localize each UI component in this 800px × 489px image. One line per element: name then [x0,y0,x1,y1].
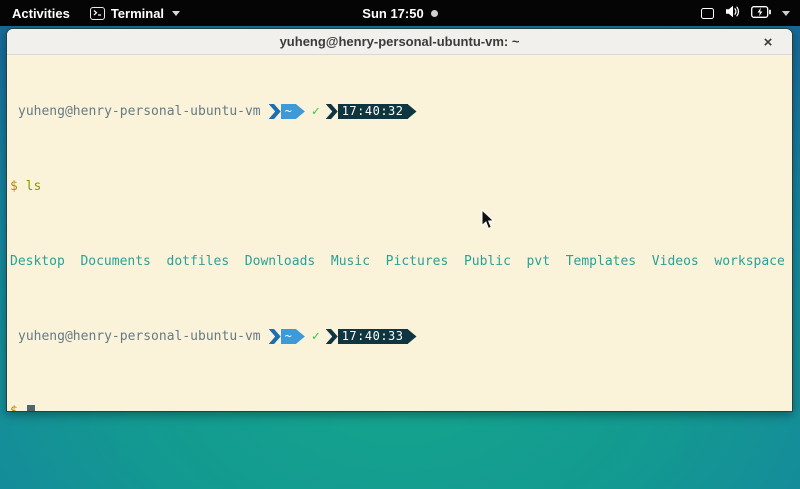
segment-point [296,329,305,344]
app-menu[interactable]: Terminal [90,6,180,21]
segment-point [296,104,305,119]
powerline-path-segment: ~ [261,329,305,344]
window-titlebar[interactable]: yuheng@henry-personal-ubuntu-vm: ~ × [7,29,792,55]
prompt-path: ~ [281,329,296,344]
prompt-time: 17:40:32 [338,104,408,119]
ls-output: Desktop Documents dotfiles Downloads Mus… [10,254,792,269]
screen-share-icon [701,8,714,19]
segment-point [408,104,417,119]
prompt-dollar: $ [10,179,18,194]
prompt-line: yuheng@henry-personal-ubuntu-vm ~ ✓ 17:4… [10,329,792,344]
prompt-dollar: $ [10,404,18,412]
chevron-down-icon [172,11,180,16]
window-title: yuheng@henry-personal-ubuntu-vm: ~ [280,34,520,49]
system-status-area[interactable] [701,0,790,26]
command-line: $ ls [10,179,792,194]
prompt-path: ~ [281,104,296,119]
chevron-right-icon [269,329,281,344]
volume-icon [725,5,740,21]
clock-label: Sun 17:50 [362,6,423,21]
typed-command: ls [26,179,42,194]
recording-indicator-icon [431,10,438,17]
prompt-user-host: yuheng@henry-personal-ubuntu-vm [18,329,261,344]
chevron-right-icon [326,329,338,344]
prompt-line: yuheng@henry-personal-ubuntu-vm ~ ✓ 17:4… [10,104,792,119]
prompt-user-host: yuheng@henry-personal-ubuntu-vm [18,104,261,119]
app-menu-label: Terminal [111,6,164,21]
prompt-time: 17:40:33 [338,329,408,344]
terminal-window: yuheng@henry-personal-ubuntu-vm: ~ × yuh… [6,28,793,412]
chevron-down-icon [782,11,790,16]
segment-point [408,329,417,344]
activities-button[interactable]: Activities [10,4,72,23]
status-check-icon: ✓ [312,104,320,119]
terminal-content[interactable]: yuheng@henry-personal-ubuntu-vm ~ ✓ 17:4… [7,55,792,412]
terminal-icon [90,7,105,20]
chevron-right-icon [326,104,338,119]
desktop: { "topbar": { "activities_label": "Activ… [0,0,800,489]
close-icon[interactable]: × [758,29,778,55]
powerline-path-segment: ~ [261,104,305,119]
powerline-time-segment: 17:40:32 [320,104,417,119]
chevron-right-icon [269,104,281,119]
powerline-time-segment: 17:40:33 [320,329,417,344]
battery-charging-icon [751,6,771,21]
status-check-icon: ✓ [312,329,320,344]
input-line[interactable]: $ [10,404,792,412]
top-bar: Activities Terminal Sun 17:50 [0,0,800,26]
terminal-cursor [27,405,35,412]
